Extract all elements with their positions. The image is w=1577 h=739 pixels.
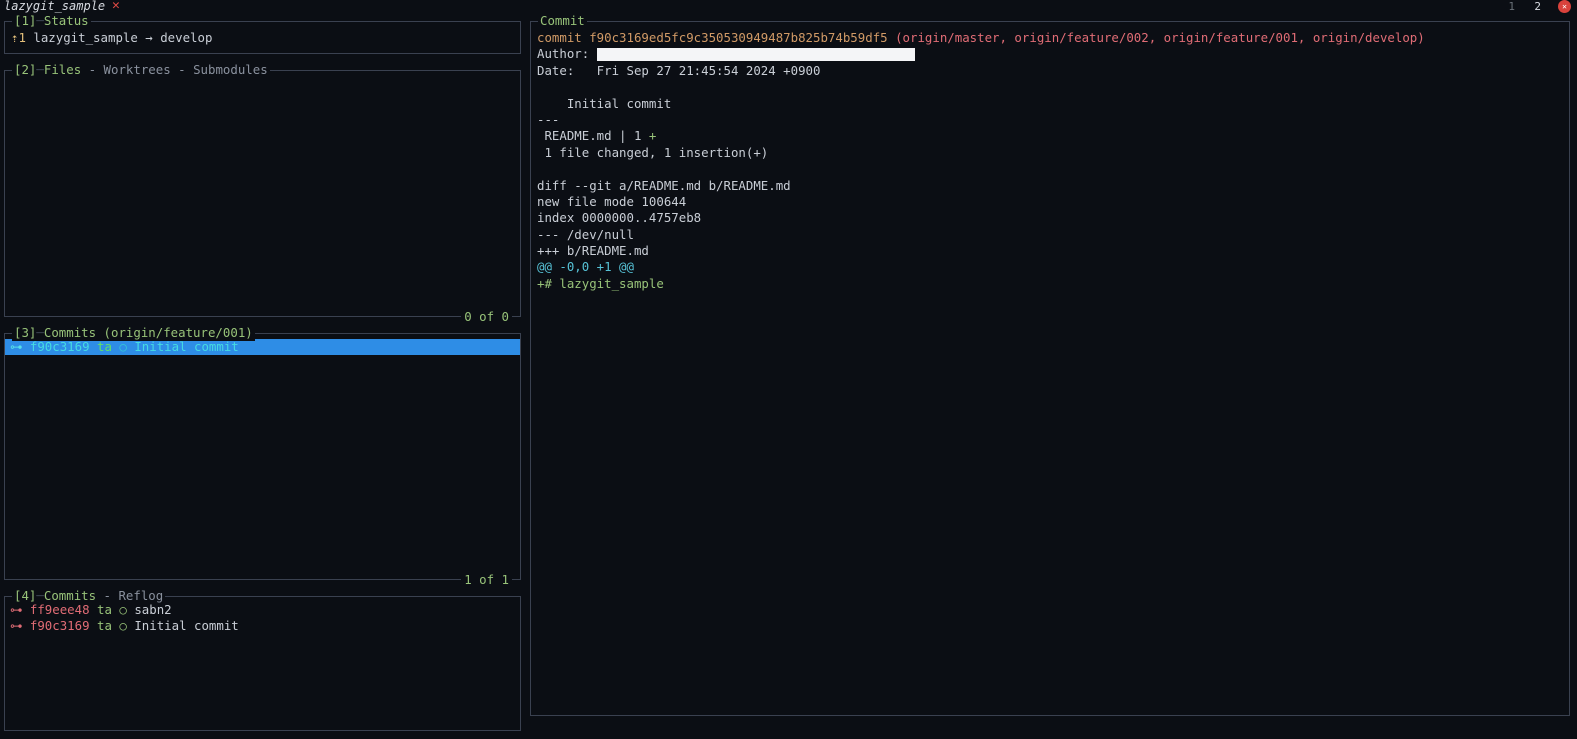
commits-panel-title: [3]─Commits (origin/feature/001) <box>12 325 255 342</box>
detail-text-segment: Date: Fri Sep 27 21:45:54 2024 +0900 <box>537 62 821 78</box>
commit-detail-line: new file mode 100644 <box>537 194 1569 210</box>
detail-text-segment: --- <box>537 111 560 127</box>
status-panel-key: [1] <box>14 13 37 28</box>
commit-marker: ○ <box>119 618 135 633</box>
detail-text-segment: index 0000000..4757eb8 <box>537 210 702 226</box>
reflog-panel-key: [4] <box>14 588 37 603</box>
commit-detail-line: commit f90c3169ed5fc9c350530949487b825b7… <box>537 30 1569 46</box>
commit-detail-line: Initial commit <box>537 96 1569 112</box>
tab-close-icon[interactable]: ✕ <box>112 0 120 14</box>
files-panel[interactable]: [2]─Files - Worktrees - Submodules 0 of … <box>4 62 521 325</box>
reflog-panel-label: Commits <box>43 588 97 603</box>
commit-detail-line: index 0000000..4757eb8 <box>537 210 1569 226</box>
reflog-panel[interactable]: [4]─Commits - Reflog ⊶ ff9eee48 ta ○ sab… <box>4 588 521 731</box>
commit-detail-line: Date: Fri Sep 27 21:45:54 2024 +0900 <box>537 63 1569 79</box>
detail-text-segment: commit f90c3169ed5fc9c350530949487b825b7… <box>537 30 896 45</box>
detail-text-segment: 1 file changed, 1 insertion(+) <box>537 144 769 160</box>
commit-hash: f90c3169 <box>29 618 97 633</box>
reflog-panel-subtitle: - Reflog <box>96 588 164 603</box>
title-dash: ─ <box>36 325 44 340</box>
detail-text-segment: --- /dev/null <box>537 226 634 242</box>
commit-detail-line <box>537 161 1569 177</box>
commit-row[interactable]: ⊶ f90c3169 ta ○ Initial commit <box>5 618 520 634</box>
ahead-indicator: ⇡1 <box>11 30 26 45</box>
pane-indicator-2[interactable]: 2 <box>1534 0 1541 15</box>
commit-author: ta <box>97 618 120 633</box>
commit-detail-panel[interactable]: Commit commit f90c3169ed5fc9c35053094948… <box>530 13 1570 716</box>
author-redacted-box <box>596 48 915 62</box>
commits-count: 1 of 1 <box>461 571 512 588</box>
detail-text-segment: + <box>648 128 657 144</box>
commit-detail-line: +# lazygit_sample <box>537 276 1569 292</box>
detail-text-segment: README.md | 1 <box>537 128 649 144</box>
commits-panel[interactable]: [3]─Commits (origin/feature/001) ⊶ f90c3… <box>4 325 521 588</box>
commit-detail-panel-title: Commit <box>538 13 587 30</box>
detail-text-segment: +++ b/README.md <box>537 243 649 259</box>
detail-text-segment: +# lazygit_sample <box>537 275 664 291</box>
commit-detail-line: --- <box>537 112 1569 128</box>
detail-text-segment: Initial commit <box>537 95 672 111</box>
files-panel-label: Files <box>43 62 82 77</box>
commit-message: Initial commit <box>134 618 239 633</box>
lazygit-screen: lazygit_sample ✕ 1 2 ✕ [1]─Status ⇡1 laz… <box>0 0 1577 739</box>
files-panel-key: [2] <box>14 62 37 77</box>
pane-indicator-1[interactable]: 1 <box>1508 0 1515 15</box>
commit-detail-line: README.md | 1 + <box>537 128 1569 144</box>
commit-graph-icon: ⊶ <box>10 618 30 633</box>
commit-detail-line: Author: <box>537 46 1569 62</box>
commits-panel-key: [3] <box>14 325 37 340</box>
status-panel[interactable]: [1]─Status ⇡1 lazygit_sample → develop <box>4 13 521 54</box>
commit-detail-panel-label: Commit <box>540 13 585 28</box>
commit-detail-line: diff --git a/README.md b/README.md <box>537 178 1569 194</box>
detail-text-segment: Author: <box>537 46 597 62</box>
reflog-panel-title: [4]─Commits - Reflog <box>12 588 166 605</box>
detail-text-segment: (origin/master, origin/feature/002, orig… <box>895 30 1425 45</box>
commit-detail-line: @@ -0,0 +1 @@ <box>537 259 1569 275</box>
detail-text-segment: diff --git a/README.md b/README.md <box>537 177 791 193</box>
commits-panel-label: Commits (origin/feature/001) <box>43 325 253 340</box>
commit-detail-line: +++ b/README.md <box>537 243 1569 259</box>
commit-detail-line <box>537 79 1569 95</box>
title-dash: ─ <box>36 62 44 77</box>
title-dash: ─ <box>36 588 44 603</box>
terminal-tab-bar: lazygit_sample ✕ 1 2 ✕ <box>0 0 1577 14</box>
commit-detail-line: 1 file changed, 1 insertion(+) <box>537 145 1569 161</box>
status-panel-label: Status <box>43 13 89 28</box>
detail-text-segment: @@ -0,0 +1 @@ <box>537 259 634 275</box>
commit-detail-line: --- /dev/null <box>537 227 1569 243</box>
detail-text-segment: new file mode 100644 <box>537 193 687 209</box>
files-panel-subtitle: - Worktrees - Submodules <box>81 62 268 77</box>
files-count: 0 of 0 <box>461 308 512 325</box>
files-panel-title: [2]─Files - Worktrees - Submodules <box>12 62 270 79</box>
status-panel-title: [1]─Status <box>12 13 91 30</box>
window-close-icon[interactable]: ✕ <box>1558 0 1571 13</box>
repo-branch-label: lazygit_sample → develop <box>25 30 213 45</box>
commit-details[interactable]: commit f90c3169ed5fc9c350530949487b825b7… <box>531 22 1569 292</box>
title-dash: ─ <box>36 13 44 28</box>
